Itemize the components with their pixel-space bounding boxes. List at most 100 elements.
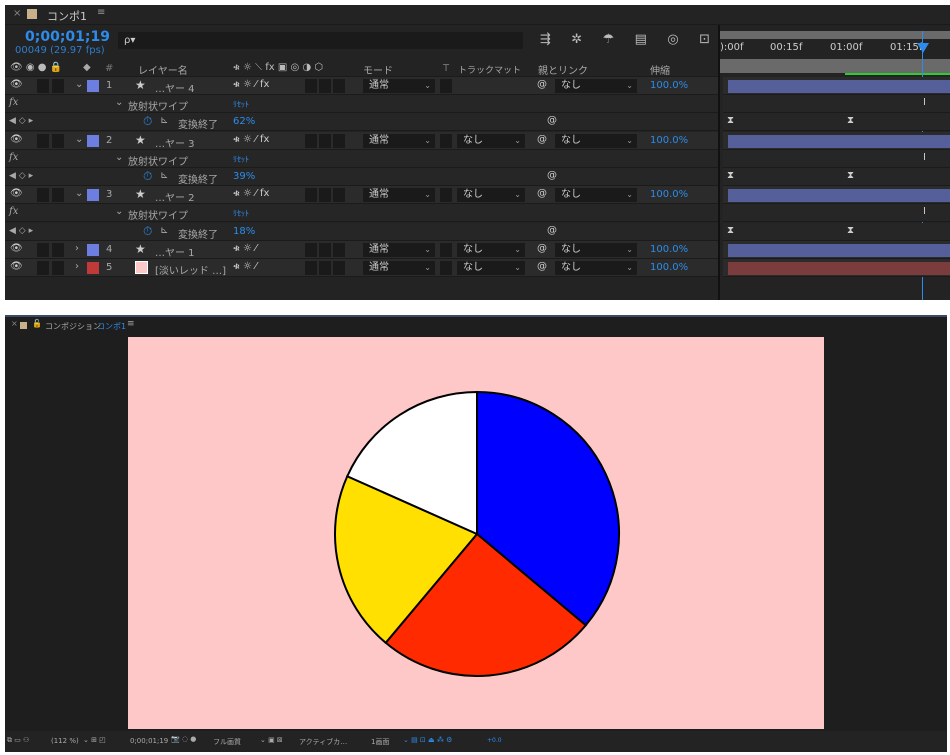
- graph-icon[interactable]: ⊾: [160, 225, 168, 236]
- label-color[interactable]: [87, 135, 99, 147]
- graph-editor-icon[interactable]: ⊡: [699, 32, 710, 47]
- solo-toggle[interactable]: [37, 188, 49, 202]
- effect-name[interactable]: 放射状ワイプ: [128, 153, 188, 168]
- mode-select[interactable]: 通常 ⌄: [363, 261, 435, 275]
- camera-select[interactable]: アクティブカ…: [299, 737, 347, 747]
- header-num[interactable]: #: [105, 63, 113, 74]
- preserve-transparency[interactable]: [440, 79, 452, 93]
- preserve-transparency[interactable]: [440, 134, 452, 148]
- layer-row[interactable]: 👁 › 5 [淡いレッド …] ቁ ☼ ⁄ 通常 ⌄ なし ⌄ @ なし ⌄ 100.…: [5, 259, 718, 277]
- eye-icon[interactable]: 👁: [10, 79, 23, 90]
- switch-icons[interactable]: ቁ ☼ ⁄ fx: [233, 188, 269, 199]
- pick-whip-icon[interactable]: @: [537, 261, 547, 272]
- transparency-grid-icon[interactable]: ⌄ ▣ ⊠: [260, 736, 283, 744]
- header-track-matte[interactable]: トラックマット: [458, 63, 521, 76]
- pick-whip-icon[interactable]: @: [547, 170, 557, 181]
- view-options-icons[interactable]: ⌄ ▤ ⊡ ⏏ ⁂ ⚙: [403, 736, 452, 744]
- parent-select[interactable]: なし ⌄: [555, 243, 637, 257]
- layer-name[interactable]: …ヤー 3: [155, 135, 195, 150]
- property-row[interactable]: ◀ ◇ ▸ ⏱ ⊾ 変換終了 18% @: [5, 223, 718, 241]
- property-value[interactable]: 62%: [233, 116, 255, 127]
- preserve-transparency[interactable]: [440, 188, 452, 202]
- pick-whip-icon[interactable]: @: [537, 79, 547, 90]
- header-stretch[interactable]: 伸縮: [650, 62, 670, 77]
- lock-toggle[interactable]: [52, 243, 64, 257]
- pick-whip-icon[interactable]: @: [547, 115, 557, 126]
- keyframe-icon[interactable]: ⧗: [727, 115, 734, 126]
- search-input[interactable]: ρ▾: [118, 32, 523, 49]
- menu-icon[interactable]: ≡: [97, 7, 105, 18]
- timecode[interactable]: 0;00;01;19: [25, 29, 110, 45]
- chevron-down-icon[interactable]: ⌄: [75, 79, 83, 90]
- header-layer-name[interactable]: レイヤー名: [138, 62, 188, 77]
- switch-icons[interactable]: ቁ ☼ ⁄ fx: [233, 134, 269, 145]
- comp-canvas[interactable]: [128, 337, 824, 729]
- layer-row[interactable]: 👁 ⌄ 1 ★ …ヤー 4 ቁ ☼ ⁄ fx 通常 ⌄ @ なし ⌄ 100.0%: [5, 77, 718, 95]
- effect-name[interactable]: 放射状ワイプ: [128, 98, 188, 113]
- pick-whip-icon[interactable]: @: [537, 188, 547, 199]
- label-color[interactable]: [87, 244, 99, 256]
- switch-icons[interactable]: ቁ ☼ ⁄ fx: [233, 79, 269, 90]
- effect-row[interactable]: fx ⌄ 放射状ワイプ ﾘｾｯﾄ: [5, 95, 718, 113]
- keyframe-nav-icon[interactable]: ◀ ◇ ▸: [9, 226, 33, 236]
- solo-toggle[interactable]: [37, 243, 49, 257]
- stretch-value[interactable]: 100.0%: [650, 189, 688, 200]
- views-select[interactable]: 1画面: [371, 737, 389, 747]
- work-area-bar[interactable]: [720, 31, 950, 39]
- layer-name[interactable]: [淡いレッド …]: [155, 262, 226, 277]
- switch-icons[interactable]: ቁ ☼ ⁄: [233, 261, 257, 272]
- playhead-handle[interactable]: [917, 43, 929, 53]
- solo-toggle[interactable]: [37, 79, 49, 93]
- keyframe-icon[interactable]: ⧗: [727, 170, 734, 181]
- layer-row[interactable]: 👁 ⌄ 2 ★ …ヤー 3 ቁ ☼ ⁄ fx 通常 ⌄ なし ⌄ @ なし ⌄ 100…: [5, 132, 718, 150]
- preserve-transparency[interactable]: [440, 243, 452, 257]
- graph-icon[interactable]: ⊾: [160, 115, 168, 126]
- layer-name[interactable]: …ヤー 4: [155, 80, 195, 95]
- eye-icon[interactable]: 👁: [10, 134, 23, 145]
- chevron-down-icon[interactable]: ⌄: [115, 152, 123, 163]
- fx-icon[interactable]: fx: [9, 97, 18, 108]
- zoom-select[interactable]: (112 %): [51, 737, 79, 745]
- track-matte-select[interactable]: なし ⌄: [457, 188, 525, 202]
- solo-toggle[interactable]: [37, 261, 49, 275]
- label-color[interactable]: [87, 189, 99, 201]
- header-mode[interactable]: モード: [363, 62, 393, 77]
- close-icon[interactable]: ×: [13, 8, 21, 19]
- layer-bar[interactable]: [728, 189, 950, 202]
- comp-name[interactable]: コンポ1: [97, 321, 126, 332]
- effect-row[interactable]: fx ⌄ 放射状ワイプ ﾘｾｯﾄ: [5, 204, 718, 222]
- property-row[interactable]: ◀ ◇ ▸ ⏱ ⊾ 変換終了 62% @: [5, 113, 718, 131]
- stretch-value[interactable]: 100.0%: [650, 244, 688, 255]
- reset-link[interactable]: ﾘｾｯﾄ: [233, 208, 249, 219]
- reset-link[interactable]: ﾘｾｯﾄ: [233, 99, 249, 110]
- chevron-right-icon[interactable]: ›: [75, 261, 79, 272]
- chevron-down-icon[interactable]: ⌄: [115, 206, 123, 217]
- always-preview-icon[interactable]: ⧉ ▭ ⚇: [7, 736, 29, 745]
- chevron-down-icon[interactable]: ⌄: [75, 134, 83, 145]
- comp-flowchart-icon[interactable]: ⇶: [540, 32, 551, 47]
- snapshot-icon[interactable]: 📷 ◌ ●: [171, 735, 196, 743]
- keyframe-nav-icon[interactable]: ◀ ◇ ▸: [9, 116, 33, 126]
- menu-icon[interactable]: ≡: [127, 319, 135, 329]
- current-time[interactable]: 0;00;01;19: [130, 737, 168, 745]
- switch-icons[interactable]: ቁ ☼ ⁄: [233, 243, 257, 254]
- time-ruler[interactable]: ):00f 00:15f 01:00f 01:15f: [720, 42, 950, 56]
- keyframe-icon[interactable]: ⧗: [727, 225, 734, 236]
- layer-row[interactable]: 👁 ⌄ 3 ★ …ヤー 2 ቁ ☼ ⁄ fx 通常 ⌄ なし ⌄ @ なし ⌄ 100…: [5, 186, 718, 204]
- layer-bar[interactable]: [728, 80, 950, 93]
- track-matte-select[interactable]: なし ⌄: [457, 261, 525, 275]
- keyframe-icon[interactable]: ⧗: [847, 115, 854, 126]
- resolution-select[interactable]: フル画質: [213, 737, 241, 747]
- close-icon[interactable]: ×: [11, 319, 18, 328]
- layer-name[interactable]: …ヤー 2: [155, 189, 195, 204]
- eye-icon[interactable]: 👁: [10, 243, 23, 254]
- stopwatch-icon[interactable]: ⏱: [143, 169, 152, 184]
- header-parent[interactable]: 親とリンク: [538, 62, 588, 77]
- property-value[interactable]: 18%: [233, 226, 255, 237]
- property-value[interactable]: 39%: [233, 171, 255, 182]
- preserve-transparency[interactable]: [440, 261, 452, 275]
- graph-icon[interactable]: ⊾: [160, 170, 168, 181]
- parent-select[interactable]: なし ⌄: [555, 134, 637, 148]
- motion-blur-icon[interactable]: ◎: [667, 32, 678, 47]
- stopwatch-icon[interactable]: ⏱: [143, 224, 152, 239]
